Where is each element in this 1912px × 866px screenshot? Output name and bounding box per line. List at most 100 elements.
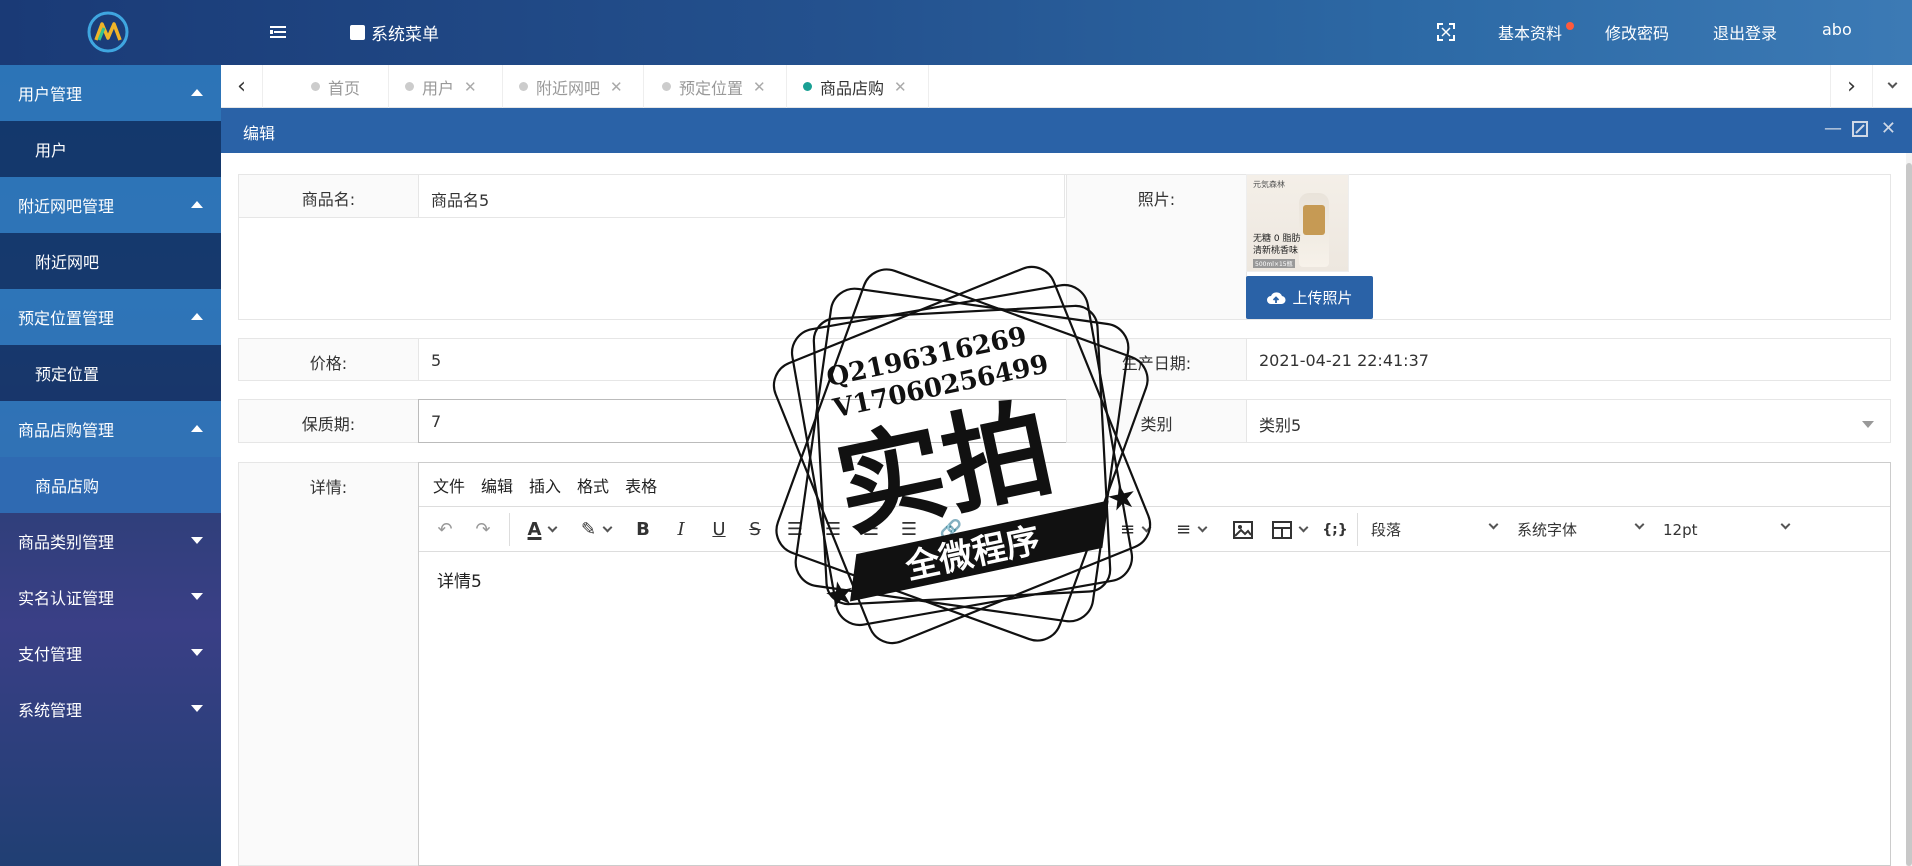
fullscreen-icon[interactable] bbox=[1437, 23, 1455, 41]
sidebar-item-reservation[interactable]: 预定位置 bbox=[0, 345, 221, 401]
align-right-icon[interactable]: ☰ bbox=[855, 507, 887, 552]
photo-text: 无糖 0 脂肪 清新桃香味 bbox=[1253, 233, 1300, 257]
italic-icon[interactable]: I bbox=[665, 507, 697, 552]
upload-photo-button[interactable]: 上传照片 bbox=[1246, 276, 1373, 319]
tab-dot bbox=[311, 82, 320, 91]
production-date-input[interactable]: 2021-04-21 22:41:37 bbox=[1246, 338, 1891, 381]
vertical-scrollbar[interactable] bbox=[1906, 153, 1912, 866]
tab-close-icon[interactable]: ✕ bbox=[464, 78, 477, 96]
editor-menu-edit[interactable]: 编辑 bbox=[481, 473, 513, 497]
underline-icon[interactable]: U bbox=[703, 507, 735, 552]
category-value: 类别5 bbox=[1259, 416, 1302, 435]
sidebar-group-user[interactable]: 用户管理 bbox=[0, 65, 221, 121]
sidebar-group-label: 附近网吧管理 bbox=[18, 197, 115, 216]
change-password-link[interactable]: 修改密码 bbox=[1605, 20, 1669, 44]
bold-icon[interactable]: B bbox=[627, 507, 659, 552]
editor-menu-format[interactable]: 格式 bbox=[577, 473, 609, 497]
product-photo: 元気森林 无糖 0 脂肪 清新桃香味 500ml×15瓶 bbox=[1246, 174, 1349, 272]
tab-shop[interactable]: 商品店购 ✕ bbox=[787, 65, 929, 108]
caret-down-icon bbox=[191, 649, 203, 656]
editor-menu-insert[interactable]: 插入 bbox=[529, 473, 561, 497]
image-icon[interactable] bbox=[1227, 507, 1259, 552]
menu-toggle-icon[interactable] bbox=[268, 22, 288, 42]
strikethrough-icon[interactable]: S bbox=[739, 507, 771, 552]
shelf-life-label: 保质期: bbox=[238, 399, 419, 443]
font-family-select[interactable]: 系统字体 bbox=[1517, 507, 1649, 552]
sidebar-item-shop[interactable]: 商品店购 bbox=[0, 457, 221, 513]
editor-menu-table[interactable]: 表格 bbox=[625, 473, 657, 497]
sidebar-group-reservation[interactable]: 预定位置管理 bbox=[0, 289, 221, 345]
tab-dot bbox=[662, 82, 671, 91]
caret-down-icon bbox=[191, 705, 203, 712]
editor-content[interactable]: 详情5 bbox=[437, 567, 482, 592]
minimize-icon[interactable]: — bbox=[1824, 118, 1842, 139]
rich-text-editor: 文件 编辑 插入 格式 表格 ↶ ↷ A ✎ B I U S ☰ ☰ ☰ ☰ 🔗… bbox=[418, 462, 1891, 866]
sidebar-group-label: 实名认证管理 bbox=[18, 589, 115, 608]
tab-close-icon[interactable]: ✕ bbox=[753, 78, 766, 96]
photo-volume: 500ml×15瓶 bbox=[1253, 259, 1295, 268]
font-size-select[interactable]: 12pt bbox=[1663, 507, 1795, 552]
sidebar-group-category[interactable]: 商品类别管理 bbox=[0, 513, 221, 569]
dialog-header: 编辑 — ✕ bbox=[221, 108, 1912, 153]
username[interactable]: abo bbox=[1822, 20, 1852, 39]
tab-dot bbox=[405, 82, 414, 91]
tab-scroll-left-icon[interactable]: ‹ bbox=[221, 65, 263, 108]
upload-label: 上传照片 bbox=[1292, 289, 1353, 307]
editor-menu-file[interactable]: 文件 bbox=[433, 473, 465, 497]
shelf-life-input[interactable]: 7 bbox=[418, 399, 1067, 443]
block-format-select[interactable]: 段落 bbox=[1371, 507, 1503, 552]
tab-label: 预定位置 bbox=[679, 78, 744, 98]
top-header: 系统菜单 基本资料 修改密码 退出登录 abo bbox=[0, 0, 1912, 65]
category-select[interactable]: 类别5 bbox=[1246, 399, 1891, 443]
table-icon[interactable] bbox=[1265, 507, 1313, 552]
row-frame bbox=[238, 174, 1067, 320]
scrollbar-thumb[interactable] bbox=[1906, 163, 1912, 866]
dialog-title: 编辑 bbox=[243, 124, 276, 143]
tab-label: 首页 bbox=[328, 78, 361, 98]
maximize-icon[interactable] bbox=[1852, 121, 1868, 137]
tab-user[interactable]: 用户 ✕ bbox=[389, 65, 503, 108]
editor-menubar: 文件 编辑 插入 格式 表格 bbox=[419, 463, 1890, 507]
caret-up-icon bbox=[191, 89, 203, 96]
code-icon[interactable]: {;} bbox=[1317, 507, 1353, 552]
text-color-icon[interactable]: A bbox=[517, 507, 567, 552]
sidebar-group-label: 用户管理 bbox=[18, 85, 83, 104]
align-justify-icon[interactable]: ☰ bbox=[893, 507, 925, 552]
sidebar-group-netcafe[interactable]: 附近网吧管理 bbox=[0, 177, 221, 233]
tab-more-chevron-icon[interactable] bbox=[1872, 65, 1912, 108]
bullet-list-icon[interactable]: ≡ bbox=[1107, 507, 1163, 552]
highlight-color-icon[interactable]: ✎ bbox=[571, 507, 621, 552]
numbered-list-icon[interactable]: ≡ bbox=[1163, 507, 1219, 552]
logout-link[interactable]: 退出登录 bbox=[1713, 20, 1777, 44]
tab-label: 用户 bbox=[422, 78, 455, 98]
align-center-icon[interactable]: ☰ bbox=[817, 507, 849, 552]
undo-icon[interactable]: ↶ bbox=[429, 507, 461, 552]
sidebar-group-payment[interactable]: 支付管理 bbox=[0, 625, 221, 681]
sidebar-group-system[interactable]: 系统管理 bbox=[0, 681, 221, 737]
sidebar-group-realname[interactable]: 实名认证管理 bbox=[0, 569, 221, 625]
caret-down-icon bbox=[191, 593, 203, 600]
align-left-icon[interactable]: ☰ bbox=[779, 507, 811, 552]
profile-link[interactable]: 基本资料 bbox=[1498, 20, 1562, 44]
system-menu-button[interactable]: 系统菜单 bbox=[350, 20, 439, 45]
tab-netcafe[interactable]: 附近网吧 ✕ bbox=[503, 65, 644, 108]
tab-scroll-right-icon[interactable]: › bbox=[1830, 65, 1872, 108]
price-input[interactable]: 5 bbox=[418, 338, 1067, 381]
tab-close-icon[interactable]: ✕ bbox=[894, 78, 907, 96]
close-icon[interactable]: ✕ bbox=[1881, 118, 1896, 139]
link-icon[interactable]: 🔗 bbox=[935, 507, 967, 552]
tab-reservation[interactable]: 预定位置 ✕ bbox=[644, 65, 787, 108]
sidebar: 用户管理 用户 附近网吧管理 附近网吧 预定位置管理 预定位置 商品店购管理 商… bbox=[0, 65, 221, 866]
photo-label: 照片: bbox=[1066, 174, 1247, 320]
category-label: 类别 bbox=[1066, 399, 1247, 443]
tab-label: 商品店购 bbox=[820, 78, 885, 98]
photo-brand: 元気森林 bbox=[1253, 180, 1285, 189]
tab-bar: ‹ 首页 用户 ✕ 附近网吧 ✕ 预定位置 ✕ 商品店购 ✕ › bbox=[221, 65, 1912, 108]
redo-icon[interactable]: ↷ bbox=[467, 507, 499, 552]
toolbar-separator bbox=[509, 513, 510, 546]
sidebar-item-netcafe[interactable]: 附近网吧 bbox=[0, 233, 221, 289]
tab-close-icon[interactable]: ✕ bbox=[610, 78, 623, 96]
tab-home[interactable]: 首页 bbox=[263, 65, 389, 108]
sidebar-group-shop[interactable]: 商品店购管理 bbox=[0, 401, 221, 457]
sidebar-item-user[interactable]: 用户 bbox=[0, 121, 221, 177]
